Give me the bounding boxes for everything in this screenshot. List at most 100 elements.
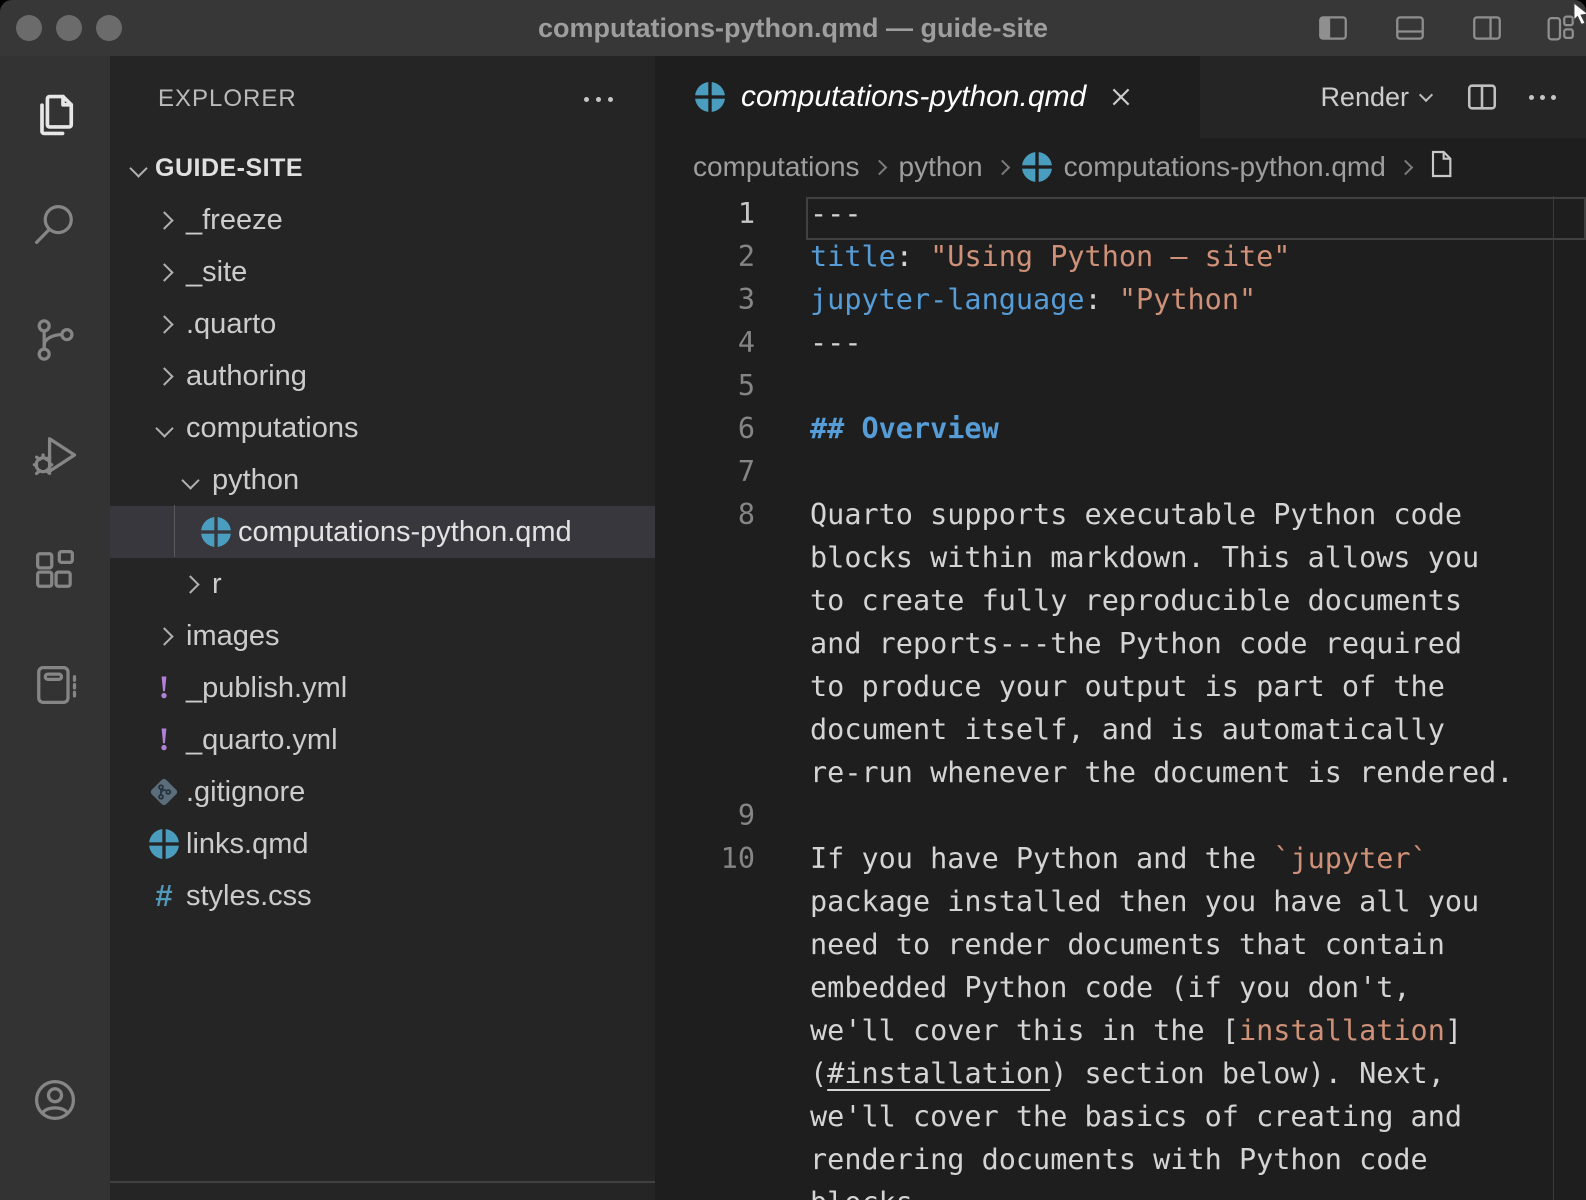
source-control-icon[interactable] [29, 314, 81, 366]
quarto-file-icon [196, 512, 236, 552]
line-number: 5 [655, 369, 755, 412]
code-line[interactable]: need to render documents that contain [655, 928, 1586, 971]
tree-item-styles-css[interactable]: #styles.css [110, 870, 655, 922]
tree-item-authoring[interactable]: authoring [110, 350, 655, 402]
activity-bar [0, 56, 110, 1200]
close-tab-icon[interactable] [1108, 84, 1134, 110]
code-line[interactable]: (#installation) section below). Next, [655, 1057, 1586, 1100]
code-editor[interactable]: 1---2title: "Using Python — site"3jupyte… [655, 196, 1586, 1200]
split-editor-icon[interactable] [1465, 80, 1499, 114]
yaml-warning-icon: ! [144, 720, 184, 760]
code-line[interactable]: re-run whenever the document is rendered… [655, 756, 1586, 799]
code-line[interactable]: 8Quarto supports executable Python code [655, 498, 1586, 541]
toggle-primary-sidebar-icon[interactable] [1316, 11, 1350, 45]
tree-item--quarto-yml[interactable]: !_quarto.yml [110, 714, 655, 766]
breadcrumb-item[interactable]: computations-python.qmd [1064, 151, 1386, 183]
code-line[interactable]: document itself, and is automatically [655, 713, 1586, 756]
explorer-icon[interactable] [29, 89, 81, 141]
tree-item-images[interactable]: images [110, 610, 655, 662]
code-line[interactable]: we'll cover this in the [installation] [655, 1014, 1586, 1057]
code-line[interactable]: 7 [655, 455, 1586, 498]
line-content: re-run whenever the document is rendered… [755, 756, 1514, 799]
code-line[interactable]: 6## Overview [655, 412, 1586, 455]
line-number [655, 885, 755, 928]
tree-item--gitignore[interactable]: .gitignore [110, 766, 655, 818]
breadcrumb-item[interactable]: python [899, 151, 983, 183]
outline-section-header[interactable]: OUTLINE [110, 1186, 655, 1200]
line-number: 1 [655, 197, 755, 240]
extensions-icon[interactable] [29, 544, 81, 596]
tree-item--quarto[interactable]: .quarto [110, 298, 655, 350]
tree-item-label: python [212, 464, 299, 497]
tree-item-python[interactable]: python [110, 454, 655, 506]
code-line[interactable]: 9 [655, 799, 1586, 842]
quarto-file-icon [695, 82, 725, 112]
code-line[interactable]: 3jupyter-language: "Python" [655, 283, 1586, 326]
line-content: --- [755, 326, 861, 369]
chevron-right-icon [994, 159, 1010, 175]
search-icon[interactable] [29, 199, 81, 251]
line-content: we'll cover the basics of creating and [755, 1100, 1462, 1143]
workspace-section-header[interactable]: GUIDE-SITE [110, 142, 655, 194]
workspace-name: GUIDE-SITE [155, 154, 303, 183]
tree-item-label: authoring [186, 360, 307, 393]
code-line[interactable]: 10If you have Python and the `jupyter` [655, 842, 1586, 885]
code-line[interactable]: 1--- [655, 197, 1586, 240]
code-line[interactable]: we'll cover the basics of creating and [655, 1100, 1586, 1143]
account-icon[interactable] [29, 1074, 81, 1126]
code-line[interactable]: blocks. [655, 1186, 1586, 1200]
more-actions-icon[interactable] [1529, 95, 1556, 100]
code-line[interactable]: 4--- [655, 326, 1586, 369]
tree-item-r[interactable]: r [110, 558, 655, 610]
tree-item-label: .quarto [186, 308, 276, 341]
line-content: and reports---the Python code required [755, 627, 1462, 670]
code-line[interactable]: to create fully reproducible documents [655, 584, 1586, 627]
line-number: 3 [655, 283, 755, 326]
line-content: embedded Python code (if you don't, [755, 971, 1411, 1014]
breadcrumb-item[interactable]: computations [693, 151, 860, 183]
line-number [655, 541, 755, 584]
code-line[interactable]: 2title: "Using Python — site" [655, 240, 1586, 283]
tree-item-links-qmd[interactable]: links.qmd [110, 818, 655, 870]
tree-item-computations[interactable]: computations [110, 402, 655, 454]
chevron-right-icon [144, 252, 184, 292]
line-number [655, 1100, 755, 1143]
tree-item--freeze[interactable]: _freeze [110, 194, 655, 246]
line-number [655, 584, 755, 627]
code-line[interactable]: and reports---the Python code required [655, 627, 1586, 670]
code-line[interactable]: rendering documents with Python code [655, 1143, 1586, 1186]
code-line[interactable]: blocks within markdown. This allows you [655, 541, 1586, 584]
tree-item-label: _quarto.yml [186, 724, 338, 757]
tree-item-computations-python-qmd[interactable]: computations-python.qmd [110, 506, 655, 558]
tree-item--site[interactable]: _site [110, 246, 655, 298]
code-line[interactable]: 5 [655, 369, 1586, 412]
tab-computations-python[interactable]: computations-python.qmd [655, 56, 1200, 138]
toggle-panel-icon[interactable] [1393, 11, 1427, 45]
code-line[interactable]: embedded Python code (if you don't, [655, 971, 1586, 1014]
line-content: document itself, and is automatically [755, 713, 1445, 756]
line-content: If you have Python and the `jupyter` [755, 842, 1428, 885]
chevron-right-icon [871, 159, 887, 175]
chevron-down-icon [144, 408, 184, 448]
explorer-header: EXPLORER [110, 56, 655, 142]
code-line[interactable]: package installed then you have all you [655, 885, 1586, 928]
editor-group: computations-python.qmd Render computati… [655, 56, 1586, 1200]
code-line[interactable]: to produce your output is part of the [655, 670, 1586, 713]
notebook-icon[interactable] [29, 659, 81, 711]
quarto-file-icon [1022, 152, 1052, 182]
line-content: need to render documents that contain [755, 928, 1445, 971]
line-number: 4 [655, 326, 755, 369]
chevron-right-icon [144, 356, 184, 396]
explorer-more-actions-icon[interactable] [584, 97, 613, 102]
tree-item-label: images [186, 620, 280, 653]
chevron-right-icon [170, 564, 210, 604]
tree-item-label: computations [186, 412, 359, 445]
line-number: 2 [655, 240, 755, 283]
file-tree: _freeze_site .quarto authoring computations… [110, 194, 655, 922]
run-and-debug-icon[interactable] [29, 429, 81, 481]
toggle-secondary-sidebar-icon[interactable] [1470, 11, 1504, 45]
line-content: ## Overview [755, 412, 999, 455]
tree-item--publish-yml[interactable]: !_publish.yml [110, 662, 655, 714]
render-button[interactable]: Render [1320, 82, 1431, 113]
editor-actions: Render [1320, 56, 1586, 138]
